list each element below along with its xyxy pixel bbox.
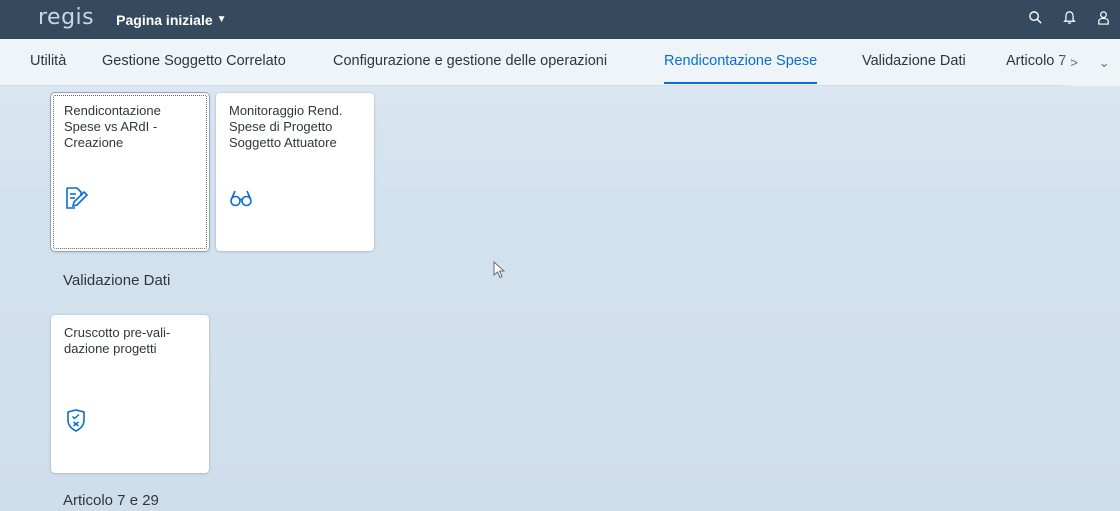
search-icon (1028, 10, 1043, 30)
group-title-articolo-7-e-29: Articolo 7 e 29 (63, 492, 159, 509)
shield-check-icon (63, 407, 89, 433)
tile-title: Rendicontazione Spese vs ARdI - Creazion… (64, 103, 161, 150)
user-menu-button[interactable] (1086, 0, 1120, 39)
shell-actions (1018, 0, 1120, 39)
tile-title: Cruscotto pre-vali-dazione progetti (64, 325, 171, 356)
tab-validazione-dati[interactable]: Validazione Dati (862, 39, 966, 86)
tab-gestione-soggetto-correlato[interactable]: Gestione Soggetto Correlato (102, 39, 286, 86)
glasses-icon (228, 185, 254, 211)
search-button[interactable] (1018, 0, 1052, 39)
notifications-button[interactable] (1052, 0, 1086, 39)
tile-cruscotto-pre-validazione[interactable]: Cruscotto pre-vali-dazione progetti (51, 315, 209, 473)
tab-overflow-controls: > ⌄ (1060, 39, 1120, 86)
tile-rendicontazione-spese-creazione[interactable]: Rendicontazione Spese vs ARdI - Creazion… (51, 93, 209, 251)
caret-down-icon: ▼ (216, 14, 227, 25)
group-title-validazione-dati: Validazione Dati (63, 272, 171, 289)
tab-utilita[interactable]: Utilità (30, 39, 66, 86)
tile-title: Monitoraggio Rend. Spese di Progetto Sog… (229, 103, 343, 150)
user-icon (1096, 10, 1111, 30)
anchor-navigation-bar: Utilità Gestione Soggetto Correlato Conf… (0, 39, 1120, 86)
tab-configurazione-gestione-operazioni[interactable]: Configurazione e gestione delle operazio… (333, 39, 607, 86)
app-title-menu[interactable]: Pagina iniziale ▼ (116, 12, 226, 28)
chevron-right-icon[interactable]: > (1070, 55, 1078, 70)
tile-monitoraggio-rend-spese[interactable]: Monitoraggio Rend. Spese di Progetto Sog… (216, 93, 374, 251)
shell-bar: regis Pagina iniziale ▼ (0, 0, 1120, 39)
edit-document-icon (63, 185, 89, 211)
mouse-cursor-icon (493, 260, 506, 279)
regis-logo[interactable]: regis (38, 6, 94, 29)
chevron-down-icon[interactable]: ⌄ (1099, 55, 1110, 71)
tab-rendicontazione-spese[interactable]: Rendicontazione Spese (664, 39, 818, 86)
app-title-label: Pagina iniziale (116, 11, 213, 28)
bell-icon (1062, 10, 1077, 30)
